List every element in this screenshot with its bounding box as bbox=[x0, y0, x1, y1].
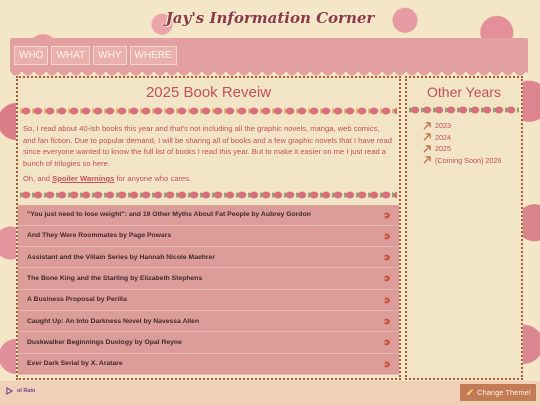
year-link-2026[interactable]: (Coming Soon) 2026 bbox=[423, 155, 521, 167]
change-theme-button[interactable]: Change Theme! bbox=[460, 384, 536, 401]
list-item[interactable]: Caught Up: An Into Darkness Novel by Nav… bbox=[18, 310, 399, 333]
tag-icon bbox=[384, 318, 391, 325]
year-label: 2024 bbox=[435, 132, 451, 142]
nav-why-button[interactable]: WHY bbox=[93, 45, 127, 65]
tag-icon bbox=[384, 361, 391, 367]
book-list: "You just need to lose weight": and 19 O… bbox=[18, 204, 399, 375]
tag-icon bbox=[384, 233, 391, 240]
site-title: Jay's Information Corner bbox=[165, 9, 375, 27]
year-link-2023[interactable]: 2023 bbox=[423, 120, 521, 132]
track-label: ol Rain bbox=[17, 388, 36, 394]
book-title: And They Were Roommates by Page Powars bbox=[27, 232, 172, 240]
year-link-2025[interactable]: 2025 bbox=[423, 143, 521, 155]
floral-divider bbox=[20, 105, 397, 117]
list-item[interactable]: The Bone King and the Starling by Elizab… bbox=[18, 268, 399, 290]
arrow-icon bbox=[423, 133, 431, 141]
nav-where-button[interactable]: WHERE bbox=[129, 45, 177, 65]
tag-icon bbox=[384, 297, 391, 303]
paint-icon bbox=[466, 388, 474, 395]
page-title: 2025 Book Reveiw bbox=[145, 84, 272, 101]
list-item[interactable]: A Business Proposal by Perilla bbox=[18, 289, 399, 311]
tag-icon bbox=[384, 254, 391, 261]
year-label: 2023 bbox=[435, 121, 451, 131]
list-item[interactable]: Duskwalker Beginnings Duology by Opal Re… bbox=[18, 332, 399, 354]
bottom-bar: ol Rain Change Theme! bbox=[0, 381, 540, 405]
year-label: 2025 bbox=[435, 144, 451, 154]
arrow-icon bbox=[423, 121, 431, 130]
book-title: Assistant and the Villain Series by Hann… bbox=[27, 253, 215, 261]
intro-pre: Oh, and bbox=[23, 174, 53, 183]
nav-what-button[interactable]: WHAT bbox=[51, 45, 91, 65]
music-play-button[interactable]: ol Rain bbox=[6, 387, 35, 395]
change-theme-label: Change Theme! bbox=[477, 388, 531, 397]
book-title: The Bone King and the Starling by Elizab… bbox=[27, 275, 203, 283]
top-nav: WHO WHAT WHY WHERE bbox=[10, 38, 528, 78]
intro-text: So, I read about 40-ish books this year … bbox=[18, 121, 399, 185]
year-label: (Coming Soon) 2026 bbox=[435, 155, 502, 165]
list-item[interactable]: Ever Dark Serial by X. Aratare bbox=[18, 353, 399, 375]
side-title: Other Years bbox=[427, 84, 501, 100]
list-item[interactable]: Assistant and the Villain Series by Hann… bbox=[18, 247, 399, 269]
book-title: Caught Up: An Into Darkness Novel by Nav… bbox=[27, 317, 200, 325]
intro-paragraph-2: Oh, and Spoiler Warnings for anyone who … bbox=[23, 173, 394, 185]
book-title: "You just need to lose weight": and 19 O… bbox=[27, 211, 311, 219]
site-header: Jay's Information Corner bbox=[0, 0, 540, 36]
year-link-2024[interactable]: 2024 bbox=[423, 132, 521, 144]
main-panel: 2025 Book Reveiw So, I read about 40-ish… bbox=[16, 76, 401, 380]
intro-paragraph: So, I read about 40-ish books this year … bbox=[23, 124, 392, 168]
list-item[interactable]: "You just need to lose weight": and 19 O… bbox=[18, 204, 399, 226]
spoiler-warnings-link[interactable]: Spoiler Warnings bbox=[52, 174, 114, 183]
book-title: Duskwalker Beginnings Duology by Opal Re… bbox=[27, 338, 182, 346]
book-title: A Business Proposal by Perilla bbox=[27, 296, 127, 304]
arrow-icon bbox=[423, 156, 431, 164]
year-list: 2023 2024 2025 (Coming Soon) 2026 bbox=[407, 120, 521, 166]
tag-icon bbox=[384, 212, 391, 218]
list-item[interactable]: And They Were Roommates by Page Powars bbox=[18, 225, 399, 248]
side-panel: Other Years 2023 2024 2025 (Coming Soon)… bbox=[405, 76, 523, 380]
play-icon bbox=[6, 387, 13, 395]
intro-post: for anyone who cares. bbox=[114, 174, 192, 183]
tag-icon bbox=[384, 339, 391, 346]
tag-icon bbox=[384, 276, 391, 282]
arrow-icon bbox=[423, 144, 431, 153]
floral-divider bbox=[20, 188, 397, 201]
floral-divider bbox=[409, 104, 519, 116]
nav-who-button[interactable]: WHO bbox=[14, 45, 49, 65]
book-title: Ever Dark Serial by X. Aratare bbox=[27, 360, 123, 368]
